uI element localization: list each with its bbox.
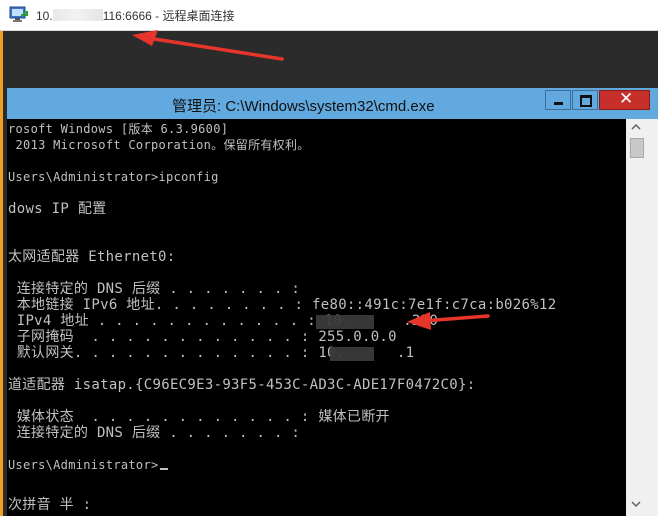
- maximize-icon: [580, 95, 592, 107]
- close-icon: ✕: [619, 89, 634, 109]
- cmd-window-title: 管理员: C:\Windows\system32\cmd.exe: [172, 98, 435, 115]
- console-line: 2013 Microsoft Corporation。保留所有权利。: [8, 138, 310, 152]
- remote-desktop-icon: [9, 6, 28, 22]
- scroll-down-arrow-icon[interactable]: [629, 498, 643, 510]
- scroll-up-arrow-icon[interactable]: [629, 121, 643, 133]
- console-line: 本地链接 IPv6 地址. . . . . . . . : fe80::491c…: [8, 297, 557, 313]
- prompt-text: Users\Administrator>: [8, 458, 159, 472]
- redacted-ip-segment: [330, 347, 374, 361]
- remote-desktop-titlebar[interactable]: 10. 116:6666 - 远程桌面连接: [0, 0, 658, 31]
- ip-prefix: 10.: [36, 9, 53, 23]
- vertical-scrollbar[interactable]: [626, 119, 658, 516]
- ime-status-line: 次拼音 半 :: [8, 497, 92, 513]
- console-line: Users\Administrator>ipconfig: [8, 170, 219, 184]
- ip-suffix-and-app-name: 116:6666 - 远程桌面连接: [102, 9, 235, 23]
- console-line: 道适配器 isatap.{C96EC9E3-93F5-453C-AD3C-ADE…: [8, 377, 476, 393]
- console-prompt[interactable]: Users\Administrator>: [8, 457, 168, 473]
- close-button[interactable]: ✕: [599, 89, 650, 110]
- minimize-button[interactable]: [545, 90, 571, 110]
- remote-desktop-title: 10. 116:6666 - 远程桌面连接: [36, 7, 235, 24]
- cmd-titlebar[interactable]: 管理员: C:\Windows\system32\cmd.exe ✕: [7, 88, 658, 119]
- text-cursor: [159, 468, 168, 470]
- console-line: 媒体状态 . . . . . . . . . . . . : 媒体已断开: [8, 409, 390, 425]
- minimize-icon: [554, 102, 563, 105]
- console-line: 连接特定的 DNS 后缀 . . . . . . . :: [8, 281, 301, 297]
- console-output[interactable]: rosoft Windows [版本 6.3.9600] 2013 Micros…: [7, 119, 626, 516]
- console-line: 连接特定的 DNS 后缀 . . . . . . . :: [8, 425, 301, 441]
- redacted-ip-segment: [52, 9, 103, 21]
- console-line: rosoft Windows [版本 6.3.9600]: [8, 122, 229, 136]
- console-line: 太网适配器 Ethernet0:: [8, 249, 176, 265]
- scrollbar-thumb[interactable]: [630, 138, 644, 158]
- maximize-button[interactable]: [572, 90, 598, 110]
- cmd-window[interactable]: 管理员: C:\Windows\system32\cmd.exe ✕ rosof…: [7, 88, 658, 516]
- console-line: dows IP 配置: [8, 201, 107, 217]
- redacted-ip-segment: [316, 315, 374, 329]
- console-line: 子网掩码 . . . . . . . . . . . . : 255.0.0.0: [8, 329, 397, 345]
